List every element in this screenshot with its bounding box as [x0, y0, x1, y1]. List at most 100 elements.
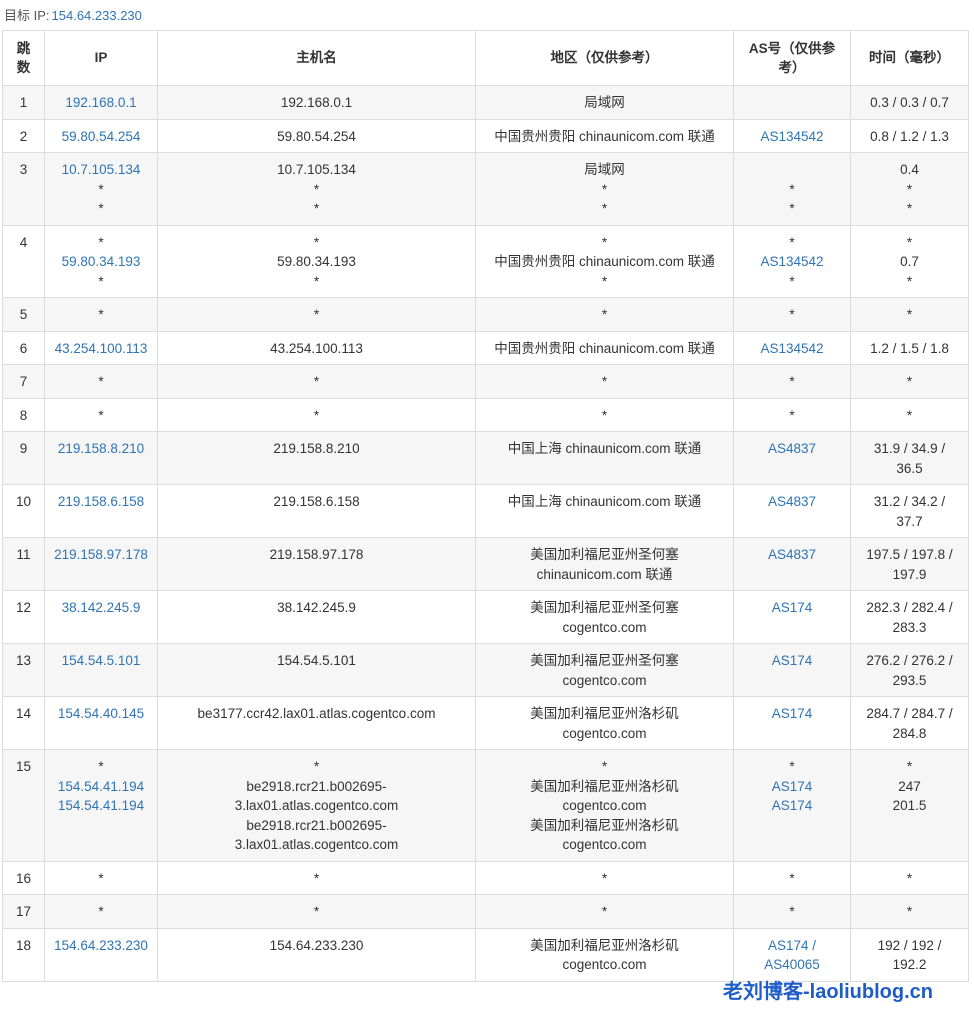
time-value: 0.8 / 1.2 / 1.3 [870, 128, 949, 144]
host-cell: be3177.ccr42.lax01.atlas.cogentco.com [157, 696, 476, 750]
host-value: 10.7.105.134 [277, 162, 356, 177]
time-value: * [906, 234, 913, 250]
asn-link[interactable]: AS174 [738, 704, 846, 724]
host-value: 219.158.8.210 [273, 441, 360, 456]
ip-cell: * [44, 297, 158, 332]
ip-link[interactable]: 219.158.8.210 [49, 439, 153, 459]
region-value: cogentco.com [562, 725, 647, 741]
asn-link[interactable]: AS174 / [738, 936, 846, 956]
asn-link[interactable]: AS134542 [738, 127, 846, 147]
host-cell: * [157, 397, 476, 432]
time-value: 247 [898, 778, 921, 794]
asn-link[interactable]: AS134542 [738, 252, 846, 272]
time-value: 192 / 192 / [877, 937, 942, 953]
header-ip: IP [44, 30, 158, 86]
host-value: 154.64.233.230 [269, 937, 364, 953]
hop-cell: 11 [2, 537, 45, 591]
ip-link[interactable]: 43.254.100.113 [49, 339, 153, 359]
ip-cell: * [44, 860, 158, 895]
time-value: * [906, 870, 913, 886]
region-cell: * [475, 860, 734, 895]
time-value: 31.9 / 34.9 / [873, 441, 946, 456]
asn-link[interactable]: AS40065 [738, 955, 846, 975]
time-cell: 197.5 / 197.8 / 197.9 [850, 537, 969, 591]
target-ip-value[interactable]: 154.64.233.230 [52, 8, 142, 23]
hop-cell: 15 [2, 749, 45, 862]
table-row: 10 219.158.6.158 219.158.6.158 中国上海 chinaun… [2, 484, 969, 538]
asn-link[interactable]: AS134542 [738, 339, 846, 359]
ip-link[interactable]: 154.54.5.101 [49, 651, 153, 671]
asn-cell: AS174 [733, 590, 851, 644]
host-value: 219.158.6.158 [273, 494, 360, 509]
watermark: 老刘博客-laoliublog.cn [723, 981, 933, 1003]
ip-link[interactable]: 219.158.6.158 [49, 492, 153, 512]
ip-link[interactable]: 38.142.245.9 [49, 598, 153, 618]
time-value: 282.3 / 282.4 / [866, 600, 953, 615]
time-cell: 276.2 / 276.2 / 293.5 [850, 643, 969, 697]
ip-link[interactable]: 219.158.97.178 [49, 545, 153, 565]
target-ip-line: 目标 IP: 154.64.233.230 [4, 5, 142, 24]
ip-link[interactable]: 59.80.34.193 [49, 252, 153, 272]
asn-cell: AS134542 [733, 118, 851, 153]
region-value: 中国上海 chinaunicom.com 联通 [507, 441, 702, 456]
region-value: * [601, 273, 608, 289]
host-cell: * 59.80.34.193 * [157, 224, 476, 298]
region-cell: * 美国加利福尼亚州洛杉矶 cogentco.com 美国加利福尼亚州洛杉矶 cogen… [475, 749, 734, 862]
ip-link[interactable]: 154.54.41.194 [49, 777, 153, 797]
asn-link[interactable]: AS4837 [738, 492, 846, 512]
hop-cell: 12 [2, 590, 45, 644]
region-cell: * [475, 397, 734, 432]
ip-link[interactable]: 154.54.41.194 [49, 796, 153, 816]
hop-cell: 13 [2, 643, 45, 697]
time-value: 201.5 [892, 798, 927, 813]
time-value: 284.7 / 284.7 / [866, 706, 953, 721]
hop-cell: 17 [2, 894, 45, 929]
region-value: 中国贵州贵阳 chinaunicom.com 联通 [494, 254, 715, 269]
asn-value: * [789, 307, 795, 322]
region-value: * [601, 374, 608, 389]
ip-link[interactable]: 192.168.0.1 [49, 93, 153, 113]
region-cell: 美国加利福尼亚州洛杉矶 cogentco.com [475, 927, 734, 982]
region-value: 局域网 [584, 162, 625, 177]
host-value: 192.168.0.1 [280, 95, 353, 110]
ip-link[interactable]: 59.80.54.254 [49, 127, 153, 147]
region-value: 美国加利福尼亚州圣何塞 [530, 547, 679, 562]
ip-link[interactable]: 10.7.105.134 [49, 160, 153, 180]
region-value: cogentco.com [562, 837, 647, 852]
asn-link[interactable]: AS4837 [738, 545, 846, 565]
ip-cell: 43.254.100.113 [44, 330, 158, 365]
time-cell: 0.8 / 1.2 / 1.3 [850, 118, 969, 153]
ip-cell: 219.158.8.210 [44, 431, 158, 485]
host-value: * [313, 374, 320, 389]
region-value: 中国贵州贵阳 chinaunicom.com 联通 [494, 128, 715, 144]
ip-link[interactable]: 154.64.233.230 [49, 936, 153, 956]
region-cell: 美国加利福尼亚州圣何塞 chinaunicom.com 联通 [475, 537, 734, 591]
time-cell: 0.3 / 0.3 / 0.7 [850, 85, 969, 120]
region-cell: 中国上海 chinaunicom.com 联通 [475, 484, 734, 538]
time-value: 0.7 [900, 254, 919, 269]
ip-value: * [98, 870, 104, 886]
asn-cell: AS174 [733, 643, 851, 697]
asn-link[interactable]: AS4837 [738, 439, 846, 459]
table-row: 5 * * * * * [2, 297, 969, 332]
header-hop: 跳数 [2, 30, 45, 86]
region-value: 美国加利福尼亚州洛杉矶 [530, 778, 679, 794]
host-value: 38.142.245.9 [277, 600, 356, 615]
host-value: 219.158.97.178 [269, 547, 364, 562]
region-cell: 美国加利福尼亚州圣何塞 cogentco.com [475, 590, 734, 644]
time-value: 36.5 [896, 460, 923, 476]
asn-link[interactable]: AS174 [738, 777, 846, 797]
host-value: 154.54.5.101 [277, 653, 356, 668]
asn-cell: AS4837 [733, 537, 851, 591]
ip-link[interactable]: 154.54.40.145 [49, 704, 153, 724]
asn-cell: AS4837 [733, 484, 851, 538]
ip-cell: * [44, 364, 158, 399]
asn-link[interactable]: AS174 [738, 651, 846, 671]
ip-value: * [98, 374, 104, 389]
asn-link[interactable]: AS174 [738, 796, 846, 816]
asn-cell: AS4837 [733, 431, 851, 485]
ip-value: * [98, 201, 104, 216]
region-value: * [601, 407, 608, 423]
asn-link[interactable]: AS174 [738, 598, 846, 618]
time-cell: 1.2 / 1.5 / 1.8 [850, 330, 969, 365]
